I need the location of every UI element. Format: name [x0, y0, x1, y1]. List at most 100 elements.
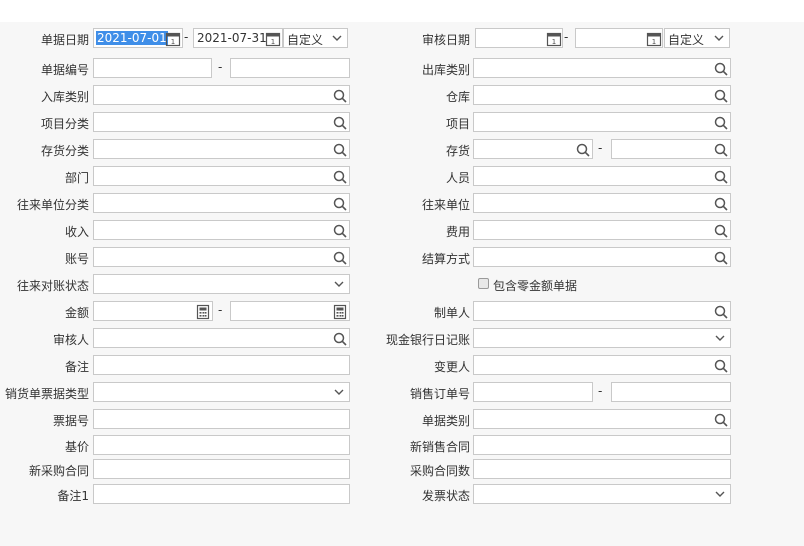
doc-category-input[interactable]: [473, 409, 731, 429]
outbound-type-input[interactable]: [473, 58, 731, 78]
inventory-from-input[interactable]: [473, 139, 593, 159]
row-auditor: 审核人 现金银行日记账: [0, 328, 804, 350]
row-new-purchase-contract: 新采购合同 采购合同数: [0, 459, 804, 481]
remark-label: 备注: [64, 360, 89, 374]
new-sales-contract-input[interactable]: [473, 435, 731, 455]
search-icon[interactable]: [713, 304, 729, 320]
row-ticket-no: 票据号 单据类别: [0, 409, 804, 431]
search-icon[interactable]: [713, 115, 729, 131]
base-price-input[interactable]: [93, 435, 350, 455]
doc-no-from-input[interactable]: [93, 58, 212, 78]
amount-from-input[interactable]: [93, 301, 213, 321]
search-icon[interactable]: [713, 61, 729, 77]
svg-text:1: 1: [652, 38, 656, 46]
calendar-icon[interactable]: 1: [646, 31, 662, 47]
search-icon[interactable]: [332, 250, 348, 266]
inventory-class-input[interactable]: [93, 139, 350, 159]
row-inbound-type: 入库类别 仓库: [0, 85, 804, 107]
new-sales-contract-label: 新销售合同: [409, 440, 470, 454]
dept-input[interactable]: [93, 166, 350, 186]
warehouse-label: 仓库: [445, 90, 470, 104]
reconcile-label: 往来对账状态: [16, 279, 89, 293]
warehouse-input[interactable]: [473, 85, 731, 105]
settle-label: 结算方式: [421, 252, 470, 266]
audit-date-mode-select[interactable]: 自定义: [664, 28, 730, 48]
remark1-label: 备注1: [57, 489, 89, 503]
search-icon[interactable]: [332, 169, 348, 185]
remark1-input[interactable]: [93, 484, 350, 504]
invoice-status-label: 发票状态: [421, 489, 470, 503]
reconcile-select[interactable]: [93, 274, 350, 294]
account-label: 账号: [64, 252, 89, 266]
calendar-icon[interactable]: 1: [165, 31, 181, 47]
ticket-no-input[interactable]: [93, 409, 350, 429]
sales-order-from-input[interactable]: [473, 382, 593, 402]
new-purchase-contract-input[interactable]: [93, 459, 350, 479]
zero-amount-checkbox[interactable]: [478, 278, 489, 289]
search-icon[interactable]: [713, 358, 729, 374]
project-class-label: 项目分类: [40, 117, 89, 131]
calendar-icon[interactable]: 1: [265, 31, 281, 47]
chevron-down-icon: [714, 35, 724, 41]
audit-date-from-input[interactable]: 1: [475, 28, 563, 48]
partner-class-input[interactable]: [93, 193, 350, 213]
search-icon[interactable]: [713, 169, 729, 185]
audit-date-label: 审核日期: [421, 33, 470, 47]
sales-doc-type-select[interactable]: [93, 382, 350, 402]
sales-doc-type-label: 销货单票据类型: [4, 387, 89, 401]
changer-input[interactable]: [473, 355, 731, 375]
doc-category-label: 单据类别: [421, 414, 470, 428]
search-icon[interactable]: [575, 142, 591, 158]
audit-date-to-input[interactable]: 1: [575, 28, 663, 48]
doc-date-mode-select[interactable]: 自定义: [283, 28, 348, 48]
search-icon[interactable]: [713, 88, 729, 104]
project-input[interactable]: [473, 112, 731, 132]
income-label: 收入: [64, 225, 89, 239]
search-icon[interactable]: [332, 196, 348, 212]
amount-label: 金额: [64, 306, 89, 320]
search-icon[interactable]: [332, 88, 348, 104]
auditor-input[interactable]: [93, 328, 350, 348]
row-sales-doc-type: 销货单票据类型 销售订单号 -: [0, 382, 804, 404]
search-icon[interactable]: [713, 250, 729, 266]
remark-input[interactable]: [93, 355, 350, 375]
range-separator: -: [184, 30, 189, 44]
inventory-to-input[interactable]: [611, 139, 731, 159]
calculator-icon[interactable]: [195, 304, 211, 320]
search-icon[interactable]: [332, 223, 348, 239]
settle-input[interactable]: [473, 247, 731, 267]
row-doc-no: 单据编号 - 出库类别: [0, 58, 804, 80]
doc-date-to-input[interactable]: 2021-07-31 1: [193, 28, 283, 48]
expense-label: 费用: [445, 225, 470, 239]
changer-label: 变更人: [433, 360, 470, 374]
amount-to-input[interactable]: [230, 301, 350, 321]
project-class-input[interactable]: [93, 112, 350, 132]
search-icon[interactable]: [713, 196, 729, 212]
ticket-no-label: 票据号: [52, 414, 89, 428]
income-input[interactable]: [93, 220, 350, 240]
search-icon[interactable]: [713, 412, 729, 428]
search-icon[interactable]: [332, 142, 348, 158]
calculator-icon[interactable]: [332, 304, 348, 320]
search-icon[interactable]: [713, 223, 729, 239]
person-input[interactable]: [473, 166, 731, 186]
expense-input[interactable]: [473, 220, 731, 240]
account-input[interactable]: [93, 247, 350, 267]
purchase-contract-count-input[interactable]: [473, 459, 731, 479]
cash-journal-select[interactable]: [473, 328, 731, 348]
calendar-icon[interactable]: 1: [546, 31, 562, 47]
search-icon[interactable]: [713, 142, 729, 158]
doc-date-mode-value: 自定义: [287, 33, 324, 47]
sales-order-to-input[interactable]: [611, 382, 731, 402]
row-inventory-class: 存货分类 存货 -: [0, 139, 804, 161]
invoice-status-select[interactable]: [473, 484, 731, 504]
doc-no-to-input[interactable]: [230, 58, 350, 78]
search-icon[interactable]: [332, 115, 348, 131]
inbound-type-input[interactable]: [93, 85, 350, 105]
row-doc-date: 单据日期 2021-07-01 1 - 2021-07-31 1 自定义 审核日…: [0, 28, 804, 50]
partner-input[interactable]: [473, 193, 731, 213]
doc-date-from-input[interactable]: 2021-07-01 1: [93, 28, 183, 48]
maker-input[interactable]: [473, 301, 731, 321]
project-label: 项目: [445, 117, 470, 131]
search-icon[interactable]: [332, 331, 348, 347]
